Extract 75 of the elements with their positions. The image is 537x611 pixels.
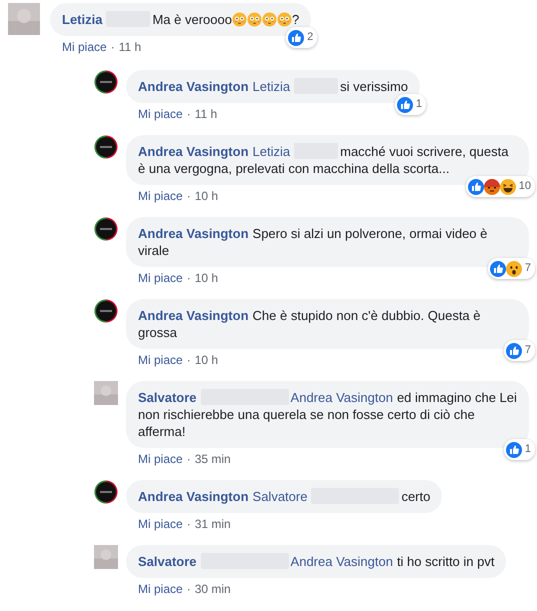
timestamp: 10 h — [194, 353, 218, 367]
timestamp: 35 min — [194, 452, 231, 466]
author-name[interactable]: Andrea Vasington — [138, 144, 249, 159]
comment-text: Letizia Ma è veroooo ? — [62, 11, 300, 28]
like-link[interactable]: Mi piace — [138, 107, 183, 121]
logo-avatar[interactable] — [94, 70, 118, 94]
separator-dot: · — [110, 40, 115, 54]
flushed-face-icon — [246, 12, 262, 27]
comment-text: Salvatore Andrea Vasington ed immagino che Lei non rischierebbe una querela se non fosse certo di ciò che afferma! — [138, 389, 517, 440]
author-name[interactable]: Salvatore — [138, 390, 197, 405]
like-link[interactable]: Mi piace — [138, 353, 183, 367]
surprised-face-icon — [506, 260, 522, 276]
flushed-face-icon — [262, 12, 277, 27]
separator-dot: · — [186, 353, 191, 367]
like-link[interactable]: Mi piace — [138, 271, 183, 285]
comment-text: Andrea Vasington Letizia macché vuoi scrivere, questa è una vergogna, prelevati con macchina della scorta... — [138, 143, 510, 177]
timestamp: 10 h — [194, 271, 218, 285]
logo-avatar[interactable] — [94, 299, 118, 323]
flushed-face-icon — [276, 12, 292, 27]
reaction-count: 1 — [416, 97, 422, 112]
like-link[interactable]: Mi piace — [138, 517, 183, 531]
like-link[interactable]: Mi piace — [62, 40, 107, 54]
reaction-badge[interactable]: 2 — [286, 27, 318, 48]
thumbs-up-icon — [468, 178, 484, 194]
logo-avatar[interactable] — [94, 217, 118, 241]
thumbs-up-icon — [490, 260, 506, 276]
comment-text: Salvatore Andrea Vasington ti ho scritto in pvt — [138, 553, 494, 570]
comment-text: Andrea Vasington Letizia si verissimo — [138, 78, 408, 95]
timestamp: 30 min — [194, 582, 231, 596]
reaction-count: 2 — [307, 30, 314, 45]
separator-dot: · — [186, 107, 191, 121]
reaction-badge[interactable]: 10 — [466, 176, 535, 197]
separator-dot: · — [186, 452, 191, 466]
mention-link[interactable]: Andrea Vasington — [290, 554, 393, 569]
author-name[interactable]: Letizia — [62, 12, 102, 27]
timestamp: 31 min — [194, 517, 231, 531]
reaction-count: 7 — [524, 261, 531, 276]
comment-text: Andrea Vasington Salvatore certo — [138, 488, 430, 505]
author-name[interactable]: Andrea Vasington — [138, 489, 249, 504]
author-name[interactable]: Andrea Vasington — [138, 79, 249, 94]
author-name[interactable]: Andrea Vasington — [138, 308, 249, 323]
flushed-face-icon — [232, 12, 247, 27]
like-link[interactable]: Mi piace — [138, 452, 183, 466]
mention-link[interactable]: Salvatore — [252, 489, 308, 504]
reaction-badge[interactable]: 1 — [504, 439, 535, 460]
author-name[interactable]: Andrea Vasington — [138, 226, 249, 241]
timestamp: 11 h — [194, 107, 218, 121]
reaction-badge[interactable]: 7 — [488, 258, 535, 279]
timestamp: 11 h — [118, 40, 142, 54]
author-name[interactable]: Salvatore — [138, 554, 197, 569]
angry-face-icon — [484, 178, 500, 194]
reaction-count: 1 — [524, 442, 531, 457]
mention-link[interactable]: Letizia — [252, 79, 290, 94]
reaction-count: 10 — [518, 179, 531, 194]
thumbs-up-icon — [506, 342, 522, 358]
mention-link[interactable]: Andrea Vasington — [290, 390, 393, 405]
reaction-badge[interactable]: 1 — [394, 94, 426, 115]
laughing-face-icon — [500, 178, 516, 194]
logo-avatar[interactable] — [94, 135, 118, 159]
thumbs-up-icon — [288, 30, 304, 46]
separator-dot: · — [186, 271, 191, 285]
separator-dot: · — [186, 582, 191, 596]
timestamp: 10 h — [194, 189, 218, 203]
reaction-count: 7 — [524, 343, 531, 358]
separator-dot: · — [186, 517, 191, 531]
separator-dot: · — [186, 189, 191, 203]
thumbs-up-icon — [396, 96, 413, 112]
comment-text: Andrea Vasington Spero si alzi un polverone, ormai video è virale — [138, 225, 488, 259]
like-link[interactable]: Mi piace — [138, 582, 183, 596]
reaction-badge[interactable]: 7 — [504, 340, 535, 361]
mention-link[interactable]: Letizia — [252, 144, 290, 159]
comment-text: Andrea Vasington Che è stupido non c'è dubbio. Questa è grossa — [138, 307, 482, 341]
thumbs-up-icon — [506, 442, 522, 458]
logo-avatar[interactable] — [94, 480, 118, 504]
like-link[interactable]: Mi piace — [138, 189, 183, 203]
